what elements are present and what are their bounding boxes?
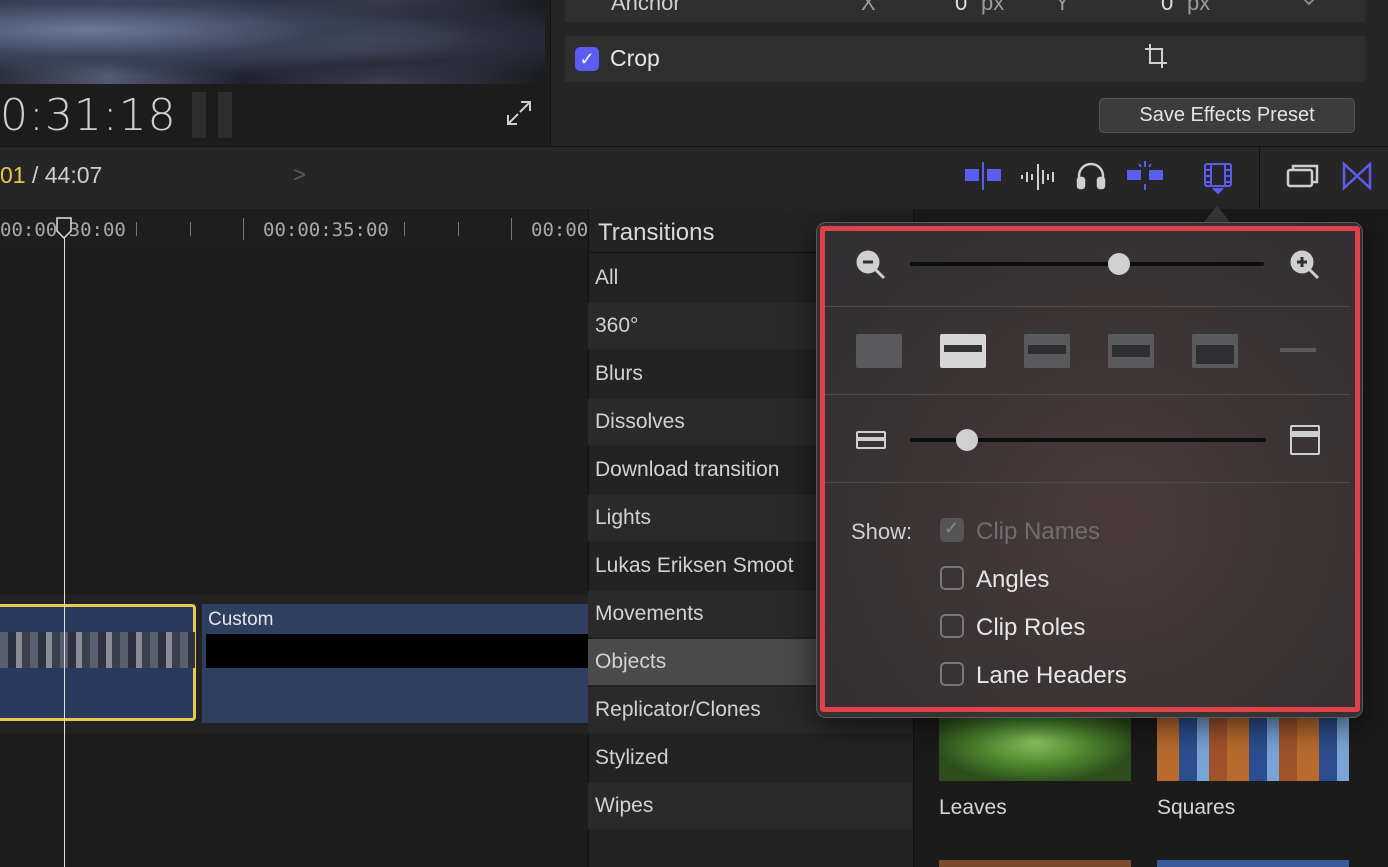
anchor-y-unit: px bbox=[1187, 0, 1211, 15]
popover-separator bbox=[825, 306, 1350, 307]
clip-roles-label[interactable]: Clip Roles bbox=[976, 614, 1085, 642]
effects-browser-icon[interactable] bbox=[1283, 158, 1323, 194]
ruler-label: 00:00:35:00 bbox=[263, 219, 389, 241]
clip-filmstrip bbox=[0, 632, 195, 668]
fullscreen-icon[interactable] bbox=[506, 100, 532, 126]
viewer-video bbox=[0, 0, 545, 84]
snapping-icon[interactable] bbox=[1125, 158, 1165, 194]
timecode-display: 0:31:18 bbox=[0, 90, 177, 141]
lane-headers-label[interactable]: Lane Headers bbox=[976, 662, 1127, 690]
transition-thumbnail-leaves[interactable] bbox=[939, 716, 1131, 781]
popover-separator bbox=[825, 482, 1350, 483]
clip-style-name-only-icon[interactable] bbox=[1280, 348, 1316, 352]
crop-icon[interactable] bbox=[1143, 42, 1169, 70]
ruler-tick bbox=[136, 222, 137, 236]
timeline-toolbar bbox=[0, 146, 1388, 211]
zoom-out-icon[interactable] bbox=[855, 249, 887, 286]
position-current: 01 bbox=[0, 162, 26, 188]
playhead-handle[interactable] bbox=[56, 217, 72, 240]
audio-skimming-icon[interactable] bbox=[1018, 158, 1058, 194]
crop-label: Crop bbox=[610, 45, 660, 71]
ruler-label: 00:00 bbox=[531, 219, 589, 241]
clip-style-balanced-icon[interactable] bbox=[1024, 334, 1070, 368]
position-total: / 44:07 bbox=[31, 162, 103, 188]
crop-checkbox[interactable]: ✓ bbox=[575, 47, 599, 71]
ruler-tick bbox=[458, 222, 459, 236]
transitions-browser-icon[interactable] bbox=[1338, 158, 1378, 194]
inspector-panel: Anchor X 0 px Y 0 px ✓ Crop Save Effects… bbox=[550, 0, 1388, 146]
transition-thumbnail[interactable] bbox=[1157, 860, 1349, 867]
popover-separator bbox=[825, 394, 1350, 395]
anchor-label: Anchor bbox=[611, 0, 681, 15]
timeline-position: 01 / 44:07 bbox=[0, 162, 102, 189]
anchor-x-label: X bbox=[861, 0, 876, 15]
anchor-y-value[interactable]: 0 bbox=[1161, 0, 1173, 16]
timeline-area[interactable] bbox=[0, 249, 588, 867]
chevron-down-icon[interactable] bbox=[1299, 0, 1319, 13]
anchor-y-label: Y bbox=[1055, 0, 1070, 15]
transition-thumbnail-squares[interactable] bbox=[1157, 716, 1349, 781]
transition-label: Squares bbox=[1157, 796, 1236, 819]
zoom-slider-track[interactable] bbox=[910, 262, 1264, 266]
save-effects-preset-button[interactable]: Save Effects Preset bbox=[1099, 98, 1355, 133]
angles-label[interactable]: Angles bbox=[976, 566, 1049, 594]
clip-style-video-only-icon[interactable] bbox=[1192, 334, 1238, 368]
transition-label: Leaves bbox=[939, 796, 1007, 819]
solo-headphones-icon[interactable] bbox=[1071, 158, 1111, 194]
clip-name: Custom bbox=[208, 609, 274, 630]
clip-style-large-audio-icon[interactable] bbox=[940, 334, 986, 368]
popover-arrow bbox=[1203, 206, 1231, 223]
angles-checkbox[interactable] bbox=[940, 566, 964, 590]
clip-style-audio-only-icon[interactable] bbox=[856, 334, 902, 368]
category-stylized[interactable]: Stylized bbox=[588, 735, 912, 781]
ruler-tick bbox=[243, 218, 244, 240]
anchor-x-unit: px bbox=[981, 0, 1005, 15]
show-label: Show: bbox=[851, 519, 913, 544]
clip-appearance-icon[interactable] bbox=[1198, 158, 1238, 195]
highlight-outline bbox=[820, 226, 1360, 712]
clip-skimming-icon[interactable] bbox=[963, 158, 1003, 194]
ruler-tick bbox=[404, 222, 405, 236]
clip-style-large-video-icon[interactable] bbox=[1108, 334, 1154, 368]
toolbar-divider bbox=[1259, 146, 1260, 208]
ruler-tick bbox=[190, 222, 191, 236]
pause-icon[interactable] bbox=[192, 92, 232, 138]
chevron-right-icon[interactable]: > bbox=[293, 162, 306, 188]
ruler-tick bbox=[511, 218, 512, 240]
zoom-in-icon[interactable] bbox=[1289, 249, 1321, 286]
clip-roles-checkbox[interactable] bbox=[940, 614, 964, 638]
clip-height-slider-knob[interactable] bbox=[955, 429, 978, 451]
playhead[interactable] bbox=[64, 218, 65, 867]
transition-thumbnail[interactable] bbox=[939, 860, 1131, 867]
category-wipes[interactable]: Wipes bbox=[588, 783, 912, 829]
clip-names-checkbox: ✓ bbox=[940, 518, 964, 542]
clip-names-label: Clip Names bbox=[976, 518, 1101, 545]
browser-title: Transitions bbox=[598, 219, 715, 246]
zoom-slider-knob[interactable] bbox=[1107, 253, 1130, 275]
lane-headers-checkbox[interactable] bbox=[940, 662, 964, 686]
crop-row bbox=[565, 36, 1365, 82]
large-clip-height-icon bbox=[1290, 425, 1320, 455]
anchor-x-value[interactable]: 0 bbox=[955, 0, 967, 16]
anchor-row: Anchor X 0 px Y 0 px bbox=[565, 0, 1365, 22]
small-clip-height-icon bbox=[856, 431, 886, 449]
clip-thumbnail bbox=[206, 634, 588, 668]
